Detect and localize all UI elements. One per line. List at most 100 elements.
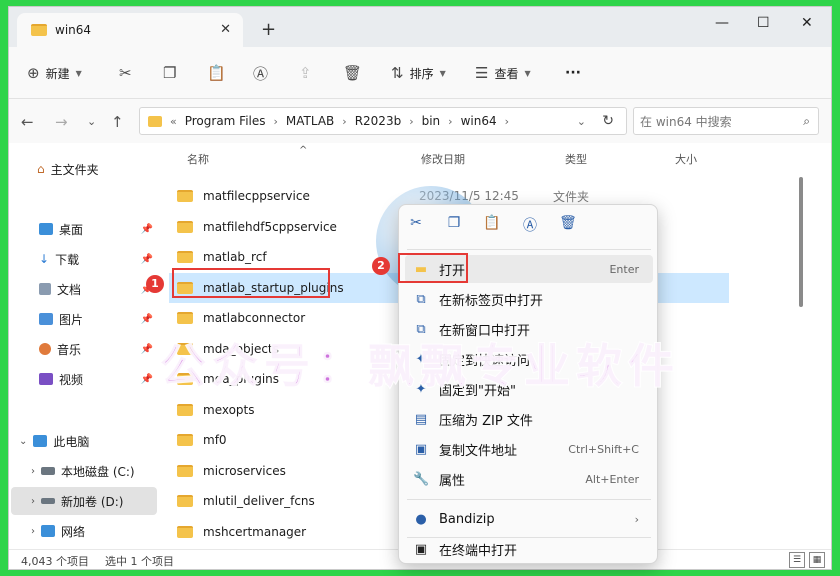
forward-arrow-icon[interactable]: → <box>55 113 68 131</box>
desktop-icon <box>39 223 53 235</box>
up-arrow-icon[interactable]: ↑ <box>111 113 124 131</box>
maximize-button[interactable]: ☐ <box>757 15 770 31</box>
drive-icon <box>41 467 55 475</box>
breadcrumb-win64[interactable]: win64 <box>461 114 497 128</box>
menu-label: 在新标签页中打开 <box>439 293 544 309</box>
breadcrumb-matlab[interactable]: MATLAB <box>286 114 334 128</box>
zip-icon: ▤ <box>414 411 428 427</box>
new-tab-button[interactable]: + <box>261 19 276 40</box>
download-icon: ↓ <box>39 252 50 266</box>
plus-circle-icon: ⊕ <box>27 64 40 82</box>
breadcrumb-program-files[interactable]: Program Files <box>185 114 266 128</box>
chevron-right-icon[interactable]: › <box>31 466 35 477</box>
file-name: matlab_rcf <box>203 250 267 264</box>
back-arrow-icon[interactable]: ← <box>21 113 34 131</box>
more-button[interactable]: ··· <box>565 61 581 85</box>
clipboard-icon[interactable]: 📋 <box>483 215 501 233</box>
menu-item-open-new-tab[interactable]: ⧉ 在新标签页中打开 <box>405 285 653 313</box>
rename-button[interactable]: Ⓐ <box>253 61 268 85</box>
folder-icon <box>148 115 162 127</box>
menu-item-bandizip[interactable]: ● Bandizip › <box>405 505 653 533</box>
close-tab-icon[interactable]: ✕ <box>220 22 231 37</box>
sidebar-item-this-pc[interactable]: ⌄ 此电脑 <box>9 427 157 455</box>
pin-icon[interactable]: 📌 <box>141 254 153 265</box>
file-name: matfilecppservice <box>203 189 310 203</box>
trash-icon[interactable]: 🗑 <box>559 215 577 233</box>
pin-icon[interactable]: 📌 <box>141 224 153 235</box>
copy-icon[interactable]: ❐ <box>445 215 463 233</box>
sidebar-item-music[interactable]: 音乐 📌 <box>9 335 157 363</box>
cut-button[interactable]: ✂ <box>119 61 132 85</box>
scrollbar[interactable] <box>799 177 803 307</box>
chevron-right-icon[interactable]: › <box>31 526 35 537</box>
refresh-icon[interactable]: ↻ <box>602 113 614 129</box>
pin-icon[interactable]: 📌 <box>141 314 153 325</box>
sort-button[interactable]: ⇅ 排序 ▼ <box>391 61 446 85</box>
breadcrumb-bin[interactable]: bin <box>422 114 441 128</box>
callout-badge-2: 2 <box>372 257 390 275</box>
tiles-view-icon[interactable]: ▦ <box>809 552 825 568</box>
sidebar-item-downloads[interactable]: ↓ 下载 📌 <box>9 245 157 273</box>
sidebar-item-network[interactable]: › 网络 <box>9 517 157 545</box>
new-label: 新建 <box>45 66 70 81</box>
sidebar-item-home[interactable]: ⌂ 主文件夹 <box>9 155 157 183</box>
rename-icon[interactable]: Ⓐ <box>521 215 539 234</box>
minimize-button[interactable]: — <box>715 15 729 31</box>
chevron-down-icon[interactable]: ⌄ <box>577 115 586 128</box>
scissors-icon[interactable]: ✂ <box>407 215 425 233</box>
sidebar-item-desktop[interactable]: 桌面 📌 <box>9 215 157 243</box>
sidebar-item-videos[interactable]: 视频 📌 <box>9 365 157 393</box>
menu-label: 在终端中打开 <box>439 543 518 559</box>
file-name: matlabconnector <box>203 311 306 325</box>
rename-icon: Ⓐ <box>253 64 269 83</box>
clipboard-icon: 📋 <box>207 64 226 82</box>
menu-item-copy-path[interactable]: ▣ 复制文件地址 Ctrl+Shift+C <box>405 435 653 463</box>
address-bar[interactable]: « Program Files › MATLAB › R2023b › bin … <box>139 107 627 135</box>
sidebar-label: 新加卷 (D:) <box>61 494 124 509</box>
close-window-button[interactable]: ✕ <box>801 15 813 31</box>
sidebar-item-pictures[interactable]: 图片 📌 <box>9 305 157 333</box>
menu-shortcut: Ctrl+Shift+C <box>568 442 639 456</box>
chevron-right-icon[interactable]: › <box>31 496 35 507</box>
column-header-name[interactable]: 名称 <box>187 151 209 167</box>
search-icon[interactable]: ⌕ <box>803 114 810 129</box>
callout-box-2 <box>398 253 468 283</box>
home-icon: ⌂ <box>37 162 45 176</box>
sidebar-item-drive-c[interactable]: › 本地磁盘 (C:) <box>9 457 157 485</box>
watermark-text: 公众号：飘飘专业软件 <box>159 338 680 394</box>
sort-label: 排序 <box>409 66 434 81</box>
view-button[interactable]: ☰ 查看 ▼ <box>475 61 531 85</box>
sidebar-item-drive-d[interactable]: › 新加卷 (D:) <box>11 487 157 515</box>
folder-icon <box>177 251 193 263</box>
delete-button[interactable]: 🗑 <box>343 61 362 85</box>
scissors-icon: ✂ <box>119 64 132 82</box>
details-view-icon[interactable]: ☰ <box>789 552 805 568</box>
overflow-icon[interactable]: « <box>170 115 177 128</box>
sidebar-label: 音乐 <box>57 342 82 357</box>
pin-icon[interactable]: 📌 <box>141 344 153 355</box>
column-header-type[interactable]: 类型 <box>565 151 587 167</box>
file-name: matfilehdf5cppservice <box>203 219 337 234</box>
sidebar-item-documents[interactable]: 文档 📌 <box>9 275 157 303</box>
menu-item-open-terminal[interactable]: ▣ 在终端中打开 <box>405 535 653 563</box>
column-header-size[interactable]: 大小 <box>675 151 697 167</box>
file-name: mexopts <box>203 402 255 417</box>
pin-icon[interactable]: 📌 <box>141 374 153 385</box>
paste-button[interactable]: 📋 <box>207 61 226 85</box>
video-icon <box>39 373 53 385</box>
column-header-date[interactable]: 修改日期 <box>421 151 465 167</box>
menu-item-zip[interactable]: ▤ 压缩为 ZIP 文件 <box>405 405 653 433</box>
menu-item-properties[interactable]: 🔧 属性 Alt+Enter <box>405 465 653 493</box>
tab-win64[interactable]: win64 ✕ <box>17 13 243 47</box>
recent-chevron-icon[interactable]: ⌄ <box>87 115 96 128</box>
share-icon: ⇪ <box>299 64 312 82</box>
search-box[interactable]: 在 win64 中搜索 ⌕ <box>633 107 819 135</box>
new-button[interactable]: ⊕ 新建 ▼ <box>27 61 82 85</box>
breadcrumb-r2023b[interactable]: R2023b <box>355 114 402 128</box>
copy-button[interactable]: ❐ <box>163 61 176 85</box>
copy-icon: ❐ <box>163 64 177 82</box>
chevron-down-icon[interactable]: ⌄ <box>19 436 27 447</box>
share-button[interactable]: ⇪ <box>299 61 312 85</box>
view-label: 查看 <box>494 66 519 81</box>
sidebar-label: 本地磁盘 (C:) <box>61 464 135 479</box>
